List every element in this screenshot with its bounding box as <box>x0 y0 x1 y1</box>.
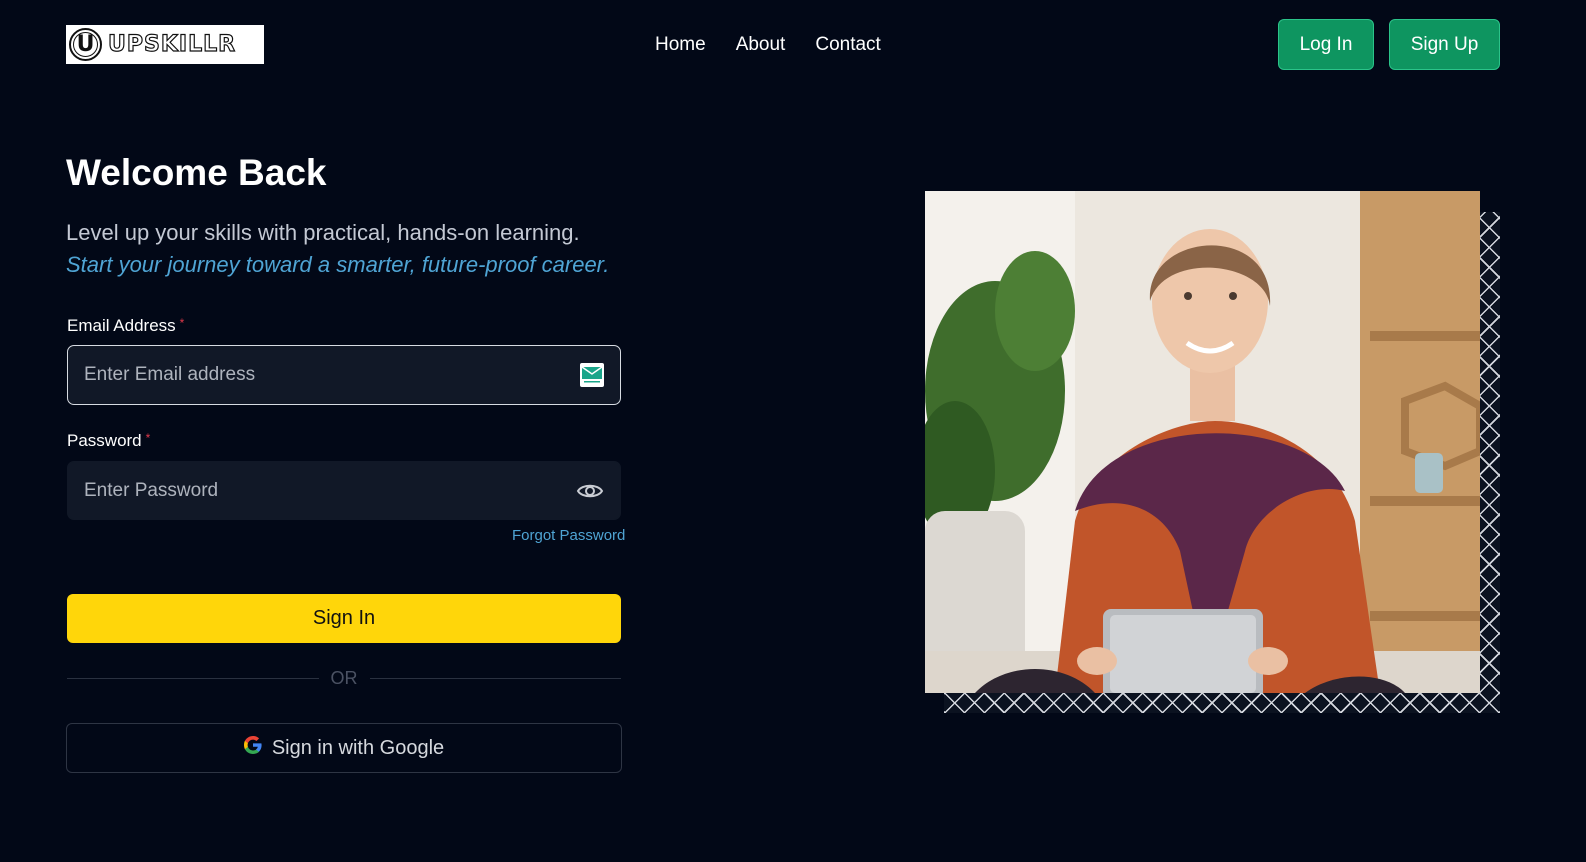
login-button[interactable]: Log In <box>1278 19 1374 70</box>
password-label-text: Password <box>67 431 142 450</box>
or-divider: OR <box>67 667 621 689</box>
email-input[interactable] <box>84 364 580 386</box>
page-title: Welcome Back <box>66 152 327 193</box>
logo-mark: U <box>69 28 102 61</box>
sign-in-button[interactable]: Sign In <box>67 594 621 643</box>
nav-contact[interactable]: Contact <box>815 34 880 56</box>
logo-text: UPSKILLR <box>107 31 237 57</box>
page-subtitle: Level up your skills with practical, han… <box>66 220 580 245</box>
password-field-wrapper <box>67 461 621 520</box>
divider-line <box>67 677 319 679</box>
main-nav: Home About Contact <box>655 34 881 56</box>
password-label: Password * <box>67 431 150 451</box>
email-field-wrapper <box>67 345 621 405</box>
hero-photo <box>925 191 1480 693</box>
required-mark: * <box>145 431 151 445</box>
divider-line <box>369 677 621 679</box>
nav-home[interactable]: Home <box>655 34 706 56</box>
google-sign-in-button[interactable]: Sign in with Google <box>66 723 622 773</box>
signup-button[interactable]: Sign Up <box>1389 19 1500 70</box>
email-label-text: Email Address <box>67 316 176 335</box>
nav-about[interactable]: About <box>736 34 786 56</box>
or-text: OR <box>330 667 358 688</box>
google-icon <box>243 736 262 760</box>
google-button-label: Sign in with Google <box>271 736 445 759</box>
email-label: Email Address * <box>67 316 184 336</box>
page-tagline: Start your journey toward a smarter, fut… <box>66 252 610 277</box>
logo[interactable]: U UPSKILLR <box>66 25 264 64</box>
required-mark: * <box>179 316 185 330</box>
forgot-password-link[interactable]: Forgot Password <box>512 527 625 544</box>
password-input[interactable] <box>84 479 576 502</box>
mail-icon <box>580 363 604 387</box>
eye-icon[interactable] <box>576 477 604 505</box>
